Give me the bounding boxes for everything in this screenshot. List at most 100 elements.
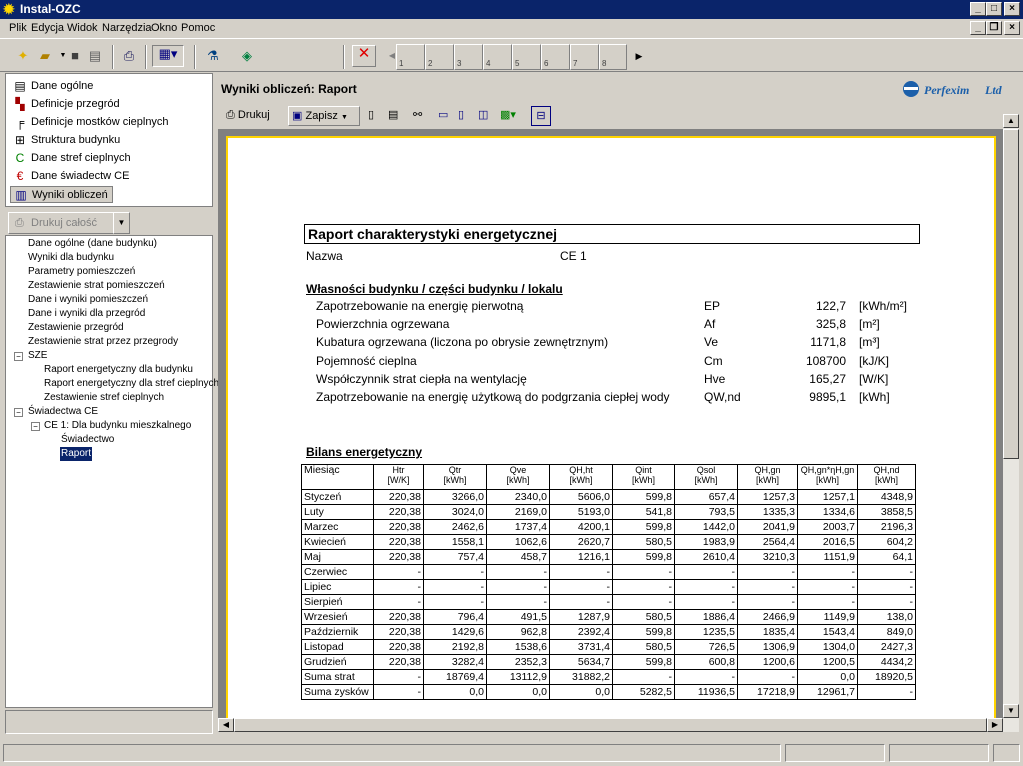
menu-narzedzia[interactable]: Narzędzia [102,22,152,34]
tree-item[interactable]: Wyniki dla budynku [28,251,114,265]
report-print-button[interactable]: ⎙ Drukuj [226,106,270,126]
page-tab-2[interactable]: 2 [425,44,454,70]
nav-item-struktura-budynku[interactable]: ⊞ Struktura budynku [10,132,210,149]
balance-header-cell: Htr [W/K] [373,464,424,490]
horizontal-scrollbar[interactable]: ◀ ▶ [218,718,1003,732]
nav-item-dane-ogolne[interactable]: ▤ Dane ogólne [10,78,210,95]
menu-widok[interactable]: Widok [67,22,98,34]
property-unit: [kJ/K] [859,353,890,368]
value-cell: - [373,669,424,685]
run-icon[interactable]: ⚗ [204,48,222,64]
value-cell: 2564,4 [737,534,798,550]
mdi-restore-button[interactable]: ❐ [986,21,1002,35]
tree-item[interactable]: Raport energetyczny dla budynku [44,363,193,377]
header-line: Miesiąc [304,464,340,476]
next-page-icon[interactable]: ▶ [630,48,648,64]
value-cell: 64,1 [857,549,916,565]
nav-item-wyniki-obliczen[interactable]: ▥ Wyniki obliczeń [10,186,113,203]
nav-item-definicje-mostkow[interactable]: ╒ Definicje mostków cieplnych [10,114,210,131]
print-icon[interactable]: ⎙ [120,48,138,64]
property-value: 165,27 [809,371,846,386]
scroll-thumb[interactable] [1003,129,1019,459]
menu-okno[interactable]: Okno [151,22,177,34]
value-cell: - [486,594,550,610]
value-cell: - [423,564,487,580]
scroll-left-icon[interactable]: ◀ [218,718,234,732]
page-tab-1[interactable]: 1 [396,44,425,70]
close-doc-icon[interactable]: ✕ [352,45,376,67]
page-tab-6[interactable]: 6 [541,44,570,70]
value-cell: 2462,6 [423,519,487,535]
value-cell: 1442,0 [674,519,738,535]
collapse-icon[interactable]: − [14,408,23,417]
save-all-icon[interactable]: ▤ [86,48,104,64]
menu-plik[interactable]: Plik [9,22,27,34]
menu-pomoc[interactable]: Pomoc [181,22,215,34]
tree-item[interactable]: Świadectwo [61,433,114,447]
export-icon[interactable]: ▩▾ [500,106,516,126]
tree-item[interactable]: Parametry pomieszczeń [28,265,135,279]
value-cell: 2192,8 [423,639,487,655]
close-button[interactable]: × [1004,2,1020,16]
pages-icon[interactable]: ▤ [388,106,398,126]
mdi-close-button[interactable]: × [1004,21,1020,35]
tree-item-sze[interactable]: SZE [28,349,47,363]
calculator-icon[interactable]: ▦▾ [152,45,184,67]
tree-item[interactable]: Raport energetyczny dla stref cieplnych [44,377,219,391]
find-icon[interactable]: ⚯ [413,106,422,126]
tree-item-swiadectwa[interactable]: Świadectwa CE [28,405,98,419]
tree-item[interactable]: Dane ogólne (dane budynku) [28,237,157,251]
new-file-icon[interactable]: ✦ [14,48,32,64]
page-icon[interactable]: ▯ [368,106,374,126]
value-cell: 1543,4 [797,624,858,640]
zoom-page-icon[interactable]: ▭ [438,106,448,126]
table-row: Styczeń 220,38 3266,0 2340,0 5606,0 599,8 657,… [301,489,916,505]
tree-item-selected[interactable]: Raport [60,447,93,461]
tree-item[interactable]: Zestawienie przegród [28,321,124,335]
page-tab-7[interactable]: 7 [570,44,599,70]
property-unit: [kWh/m²] [859,299,907,313]
page-tab-8[interactable]: 8 [599,44,627,70]
panel-header: Wyniki obliczeń: Raport Perfexim Ltd [218,74,1019,102]
tree-item[interactable]: Zestawienie stref cieplnych [44,391,164,405]
value-cell: - [857,594,916,610]
page-tab-5[interactable]: 5 [512,44,541,70]
tree-item[interactable]: Dane i wyniki dla przegród [28,307,145,321]
exit-preview-icon[interactable]: ⊟ [531,106,551,126]
nav-item-dane-swiadectw[interactable]: € Dane świadectw CE [10,168,210,185]
open-file-icon[interactable]: ▰ [36,48,54,64]
scroll-down-icon[interactable]: ▼ [1003,704,1019,718]
tree-item-ce1[interactable]: CE 1: Dla budynku mieszkalnego [44,419,191,433]
two-pages-icon[interactable]: ◫ [478,106,488,126]
value-cell: 962,8 [486,624,550,640]
value-cell: 220,38 [373,504,424,520]
save-icon[interactable]: ■ [66,48,84,64]
maximize-button[interactable]: □ [986,2,1002,16]
mdi-minimize-button[interactable]: _ [970,21,986,35]
scroll-up-icon[interactable]: ▲ [1003,114,1019,128]
tree-item[interactable]: Zestawienie strat pomieszczeń [28,279,165,293]
menu-edycja[interactable]: Edycja [31,22,64,34]
tree-item[interactable]: Zestawienie strat przez przegrody [28,335,178,349]
page-tab-3[interactable]: 3 [454,44,483,70]
tree-item[interactable]: Dane i wyniki pomieszczeń [28,293,148,307]
value-cell: 1062,6 [486,534,550,550]
value-cell: 4348,9 [857,489,916,505]
nav-item-definicje-przegrod[interactable]: ▚ Definicje przegród [10,96,210,113]
print-all-button[interactable]: ⎙ Drukuj całość [8,212,130,234]
minimize-button[interactable]: _ [970,2,986,16]
report-preview-area: Raport charakterystyki energetycznej Naz… [218,129,1003,718]
report-save-button[interactable]: ▣ Zapisz ▼ [288,106,360,126]
hscroll-thumb[interactable] [234,718,987,732]
print-all-dropdown[interactable]: ▼ [113,212,130,234]
nav-item-dane-stref[interactable]: C Dane stref cieplnych [10,150,210,167]
collapse-icon[interactable]: − [14,352,23,361]
zoom-width-icon[interactable]: ▯ [458,106,464,126]
scroll-right-icon[interactable]: ▶ [987,718,1003,732]
book-icon[interactable]: ◈ [238,48,256,64]
vertical-scrollbar[interactable]: ▲ ▼ [1003,114,1019,732]
page-tab-4[interactable]: 4 [483,44,512,70]
value-cell: 1200,5 [797,654,858,670]
collapse-icon[interactable]: − [31,422,40,431]
value-cell: 12961,7 [797,684,858,700]
